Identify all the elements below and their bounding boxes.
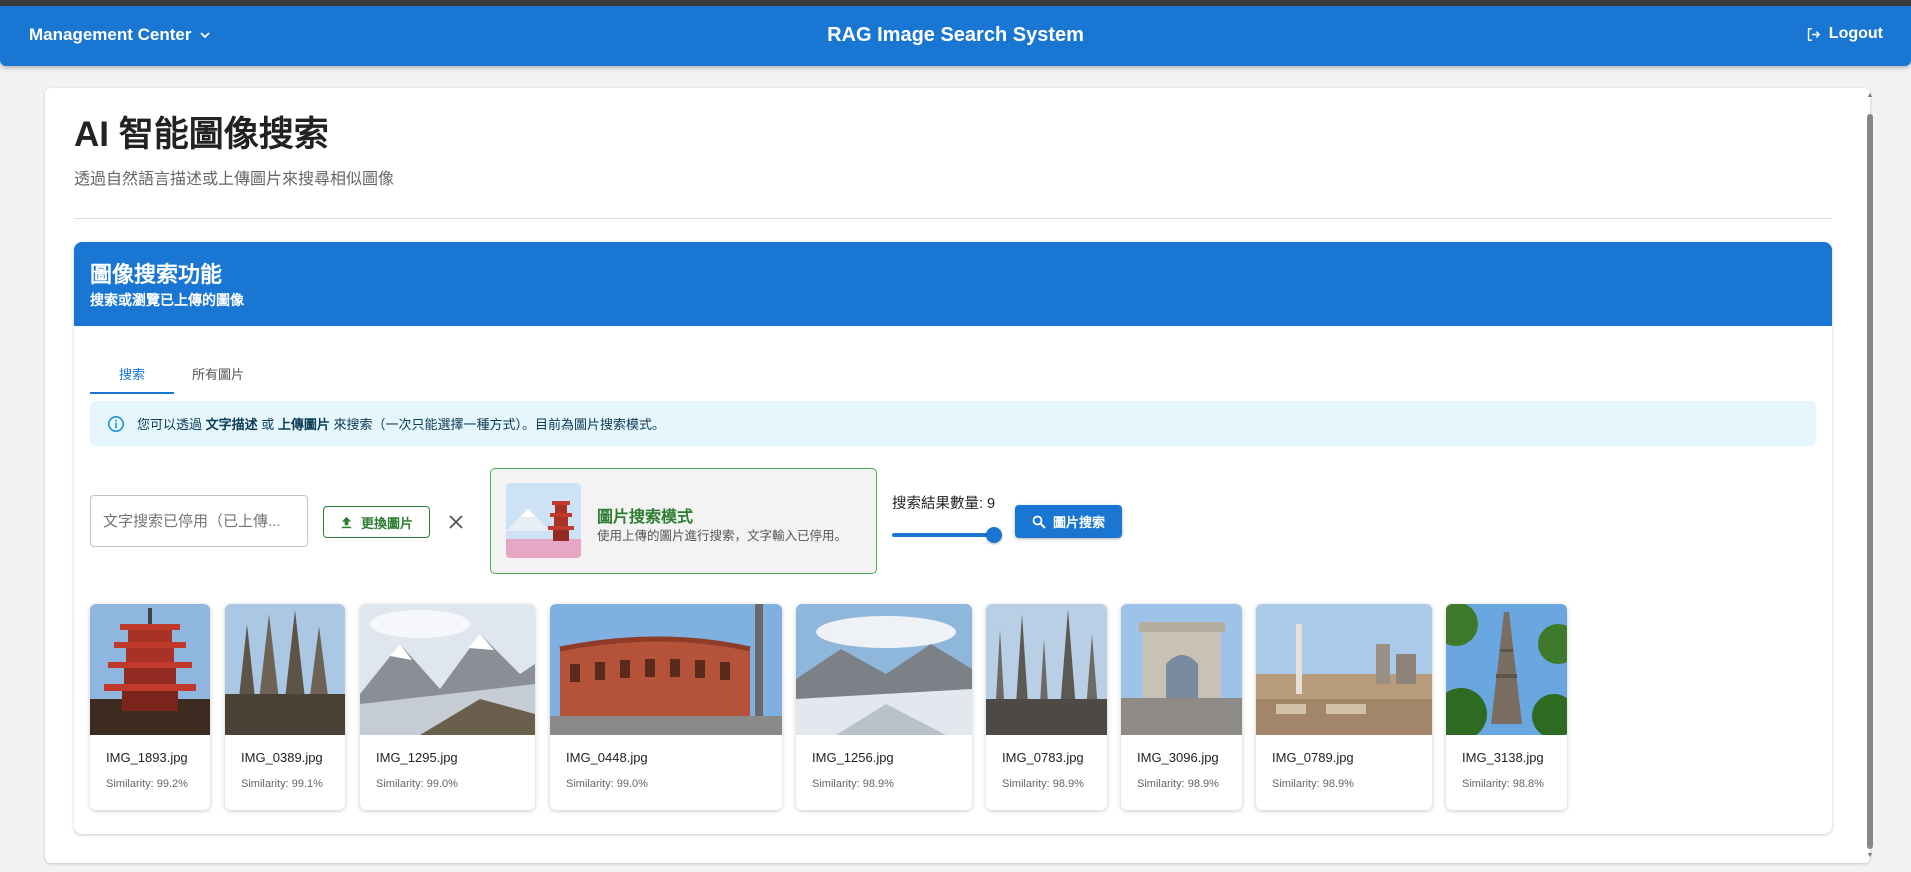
mode-description: 使用上傳的圖片進行搜索，文字輸入已停用。 [597,529,848,543]
result-filename: IMG_1295.jpg [376,750,458,765]
text-search-input[interactable] [90,495,308,547]
result-filename: IMG_1893.jpg [106,750,188,765]
result-card[interactable]: IMG_0783.jpg Similarity: 98.9% [986,604,1107,810]
divider [74,218,1832,219]
result-count-slider[interactable] [892,527,1002,543]
eiffel-tower-photo [1446,604,1567,735]
info-icon [108,415,124,432]
result-similarity: Similarity: 98.9% [1002,778,1084,790]
result-similarity: Similarity: 99.0% [376,778,458,790]
alert-mid: 或 [257,417,278,432]
result-filename: IMG_1256.jpg [812,750,894,765]
scroll-up-arrow-icon[interactable]: ▲ [1866,92,1874,100]
image-search-panel: 圖像搜索功能 搜索或瀏覽已上傳的圖像 搜索 所有圖片 您可以透過 文字描述 或 … [74,242,1832,834]
logout-label: Logout [1828,25,1883,42]
tab-search-label: 搜索 [118,367,145,382]
result-card[interactable]: IMG_3096.jpg Similarity: 98.9% [1121,604,1242,810]
triumphal-arch-photo [1121,604,1242,735]
pagoda-photo [90,604,210,735]
tab-search[interactable]: 搜索 [90,352,174,394]
result-similarity: Similarity: 99.0% [566,778,648,790]
slider-track [892,533,994,537]
result-similarity: Similarity: 99.1% [241,778,323,790]
alert-strong-text: 文字描述 [205,417,258,432]
scrollbar-thumb[interactable] [1867,114,1873,849]
arena-photo [550,604,782,735]
result-filename: IMG_0783.jpg [1002,750,1084,765]
upload-icon [341,516,352,528]
tab-all-images-label: 所有圖片 [191,367,244,382]
search-icon [1032,515,1046,529]
tab-all-images[interactable]: 所有圖片 [174,352,262,394]
management-center-label: Management Center [29,25,192,44]
image-search-button[interactable]: 圖片搜索 [1015,505,1122,538]
page-scrollbar[interactable]: ▲ ▼ [1866,90,1874,862]
logout-icon [1807,27,1820,41]
result-similarity: Similarity: 98.9% [1272,778,1354,790]
result-card[interactable]: IMG_1893.jpg Similarity: 99.2% [90,604,210,810]
result-card[interactable]: IMG_3138.jpg Similarity: 98.8% [1446,604,1567,810]
mode-title: 圖片搜索模式 [597,509,694,526]
uploaded-image-thumbnail [506,483,581,558]
cathedral-photo [225,604,345,735]
result-filename: IMG_3096.jpg [1137,750,1219,765]
alert-prefix: 您可以透過 [137,417,206,432]
result-card[interactable]: IMG_1295.jpg Similarity: 99.0% [360,604,535,810]
management-center-menu[interactable]: Management Center [29,25,211,45]
alert-text: 您可以透過 文字描述 或 上傳圖片 來搜索（一次只能選擇一種方式）。目前為圖片搜… [137,414,665,433]
alert-strong-upload: 上傳圖片 [277,417,330,432]
app-bar: Management Center RAG Image Search Syste… [0,6,1911,66]
result-similarity: Similarity: 98.8% [1462,778,1544,790]
image-search-label: 圖片搜索 [1052,515,1105,530]
result-card[interactable]: IMG_0789.jpg Similarity: 98.9% [1256,604,1432,810]
slider-thumb[interactable] [986,527,1002,543]
gothic-spires-photo [986,604,1107,735]
panel-subheading: 搜索或瀏覽已上傳的圖像 [90,292,244,308]
chevron-down-icon [200,32,211,39]
page-title: AI 智能圖像搜索 [74,115,329,154]
result-filename: IMG_3138.jpg [1462,750,1544,765]
result-filename: IMG_0448.jpg [566,750,648,765]
info-alert: 您可以透過 文字描述 或 上傳圖片 來搜索（一次只能選擇一種方式）。目前為圖片搜… [90,401,1816,446]
result-similarity: Similarity: 98.9% [1137,778,1219,790]
result-filename: IMG_0389.jpg [241,750,323,765]
panel-heading: 圖像搜索功能 [90,262,223,287]
change-image-button[interactable]: 更換圖片 [323,506,430,538]
app-title: RAG Image Search System [827,24,1084,46]
change-image-label: 更換圖片 [360,515,413,531]
alert-suffix: 來搜索（一次只能選擇一種方式）。目前為圖片搜索模式。 [329,417,666,432]
glacier-photo [796,604,972,735]
scroll-down-arrow-icon[interactable]: ▼ [1866,852,1874,860]
result-filename: IMG_0789.jpg [1272,750,1354,765]
result-card[interactable]: IMG_1256.jpg Similarity: 98.9% [796,604,972,810]
city-rooftop-photo [1256,604,1432,735]
close-icon [449,515,463,529]
result-similarity: Similarity: 98.9% [812,778,894,790]
result-count-label: 搜索結果數量: 9 [892,496,996,512]
image-search-mode-box: 圖片搜索模式 使用上傳的圖片進行搜索，文字輸入已停用。 [490,468,877,574]
page-subtitle: 透過自然語言描述或上傳圖片來搜尋相似圖像 [74,171,395,188]
result-card[interactable]: IMG_0389.jpg Similarity: 99.1% [225,604,345,810]
clear-image-button[interactable] [444,510,468,534]
result-similarity: Similarity: 99.2% [106,778,188,790]
result-card[interactable]: IMG_0448.jpg Similarity: 99.0% [550,604,782,810]
mountain-photo [360,604,535,735]
panel-header: 圖像搜索功能 搜索或瀏覽已上傳的圖像 [74,242,1832,326]
logout-button[interactable]: Logout [1805,25,1883,43]
